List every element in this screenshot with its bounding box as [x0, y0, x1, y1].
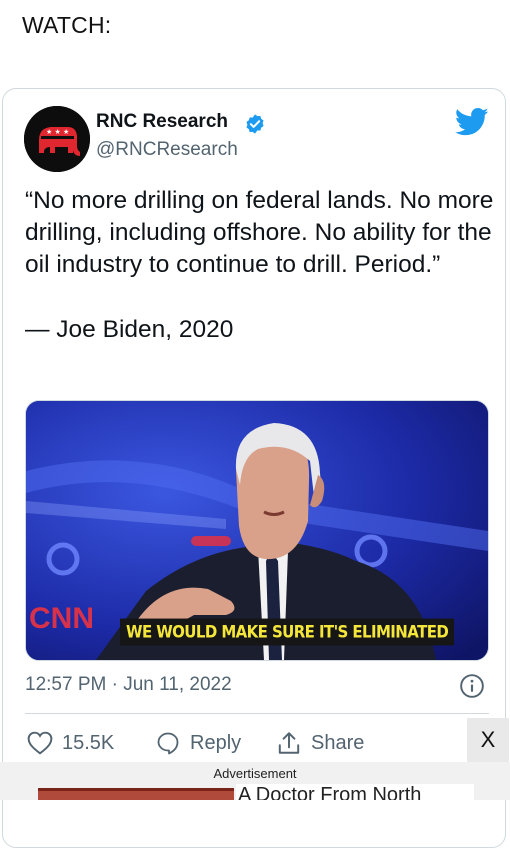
- svg-text:★ ★ ★: ★ ★ ★: [46, 128, 69, 136]
- tweet-timestamp[interactable]: 12:57 PM · Jun 11, 2022: [25, 674, 232, 696]
- reply-bubble-icon: [157, 732, 179, 755]
- advertisement-banner[interactable]: Advertisement A Doctor From North: [0, 762, 510, 800]
- ad-thumbnail-image[interactable]: [38, 788, 234, 800]
- embedded-tweet-card[interactable]: ★ ★ ★ RNC Research @RNCResearch “No more…: [2, 88, 506, 848]
- page-heading: WATCH:: [22, 12, 112, 38]
- ad-label: Advertisement: [213, 766, 297, 781]
- tweet-text: “No more drilling on federal lands. No m…: [25, 185, 495, 346]
- reply-label: Reply: [190, 731, 242, 754]
- like-button[interactable]: 15.5K: [27, 729, 114, 757]
- tweet-video-thumbnail[interactable]: CNN WE WOULD MAKE SURE IT'S ELIMINATED: [25, 400, 489, 661]
- share-button[interactable]: Share: [276, 729, 364, 757]
- ad-headline[interactable]: A Doctor From North: [236, 784, 474, 800]
- reply-button[interactable]: Reply: [155, 729, 241, 757]
- author-name[interactable]: RNC Research: [96, 111, 228, 133]
- heart-icon: [27, 731, 53, 755]
- tweet-attribution: — Joe Biden, 2020: [25, 316, 234, 343]
- tweet-quote: “No more drilling on federal lands. No m…: [25, 187, 494, 278]
- verified-badge-icon: [246, 114, 264, 134]
- share-label: Share: [311, 731, 365, 754]
- share-icon: [278, 732, 300, 754]
- video-caption: WE WOULD MAKE SURE IT'S ELIMINATED: [120, 618, 455, 646]
- author-handle[interactable]: @RNCResearch: [96, 139, 238, 161]
- twitter-bird-icon[interactable]: [455, 107, 489, 137]
- like-count: 15.5K: [62, 731, 115, 754]
- close-ad-button[interactable]: X: [467, 718, 509, 762]
- cnn-logo: CNN: [29, 602, 94, 635]
- divider: [25, 713, 489, 714]
- rnc-elephant-logo: ★ ★ ★: [24, 106, 90, 172]
- info-icon[interactable]: [459, 673, 485, 699]
- author-avatar[interactable]: ★ ★ ★: [24, 106, 90, 172]
